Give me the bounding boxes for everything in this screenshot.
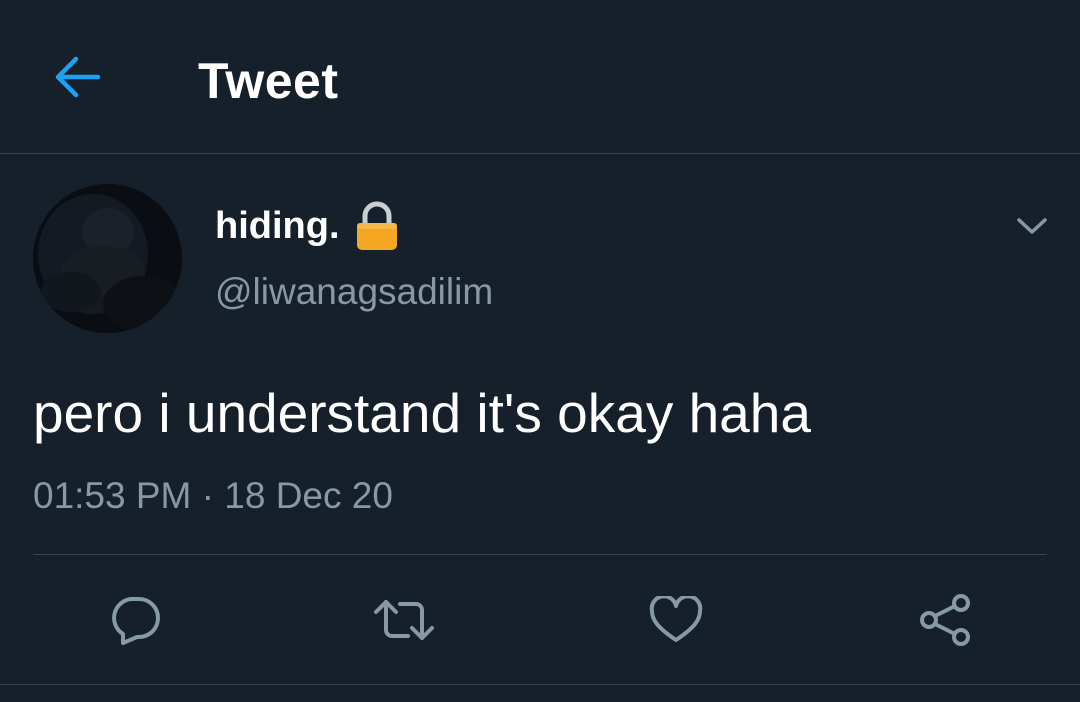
meta-separator: · [201, 475, 214, 516]
lock-icon [356, 201, 397, 250]
chevron-down-icon [1017, 218, 1047, 234]
divider [0, 684, 1080, 685]
author-name-row: hiding. [215, 200, 398, 252]
more-options-button[interactable] [1010, 206, 1054, 246]
tweet-date: 18 Dec 20 [224, 475, 393, 516]
author-name[interactable]: hiding. [215, 201, 340, 251]
reply-icon [112, 597, 160, 645]
retweet-icon [374, 600, 434, 640]
tweet-time: 01:53 PM [33, 475, 192, 516]
tweet-actions-bar [0, 580, 1080, 660]
author-handle[interactable]: @liwanagsadilim [215, 268, 493, 316]
top-app-bar: Tweet [0, 0, 1080, 154]
share-button[interactable] [905, 580, 985, 660]
page-title: Tweet [198, 53, 339, 109]
reply-button[interactable] [95, 580, 175, 660]
tweet-timestamp: 01:53 PM · 18 Dec 20 [33, 472, 393, 520]
share-icon [920, 594, 970, 646]
tweet-text: pero i understand it's okay haha [33, 382, 811, 444]
retweet-button[interactable] [364, 580, 444, 660]
like-button[interactable] [636, 580, 716, 660]
avatar[interactable] [33, 184, 182, 333]
back-button[interactable] [50, 54, 104, 100]
arrow-left-icon [55, 56, 101, 98]
heart-icon [649, 596, 703, 642]
divider [33, 554, 1047, 555]
